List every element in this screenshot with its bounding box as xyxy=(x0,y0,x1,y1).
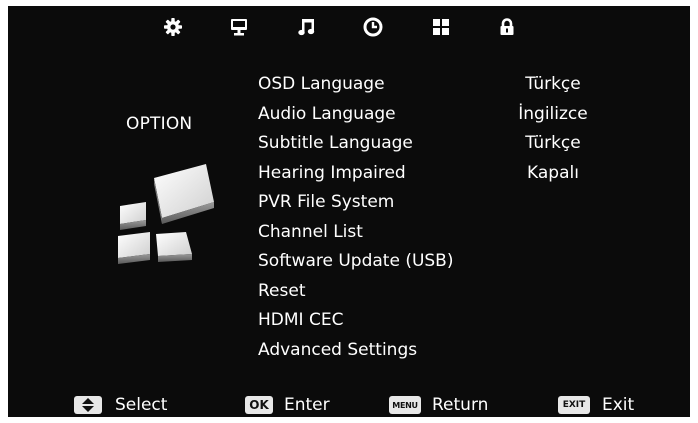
osd-language-value[interactable]: Türkçe xyxy=(503,72,603,96)
option-cubes-graphic xyxy=(106,156,216,266)
menu-item-advanced-settings[interactable]: Advanced Settings xyxy=(258,338,417,362)
setup-grid-icon[interactable] xyxy=(430,16,452,38)
return-label: Return xyxy=(432,395,489,415)
picture-monitor-icon[interactable] xyxy=(228,16,250,38)
time-clock-icon[interactable] xyxy=(362,16,384,38)
menu-item-channel-list[interactable]: Channel List xyxy=(258,220,363,244)
subtitle-language-value[interactable]: Türkçe xyxy=(503,131,603,155)
section-title: OPTION xyxy=(126,114,193,134)
menu-category-bar xyxy=(8,6,690,50)
ok-key-icon: OK xyxy=(245,396,273,414)
hint-enter: OK Enter xyxy=(245,394,330,416)
enter-label: Enter xyxy=(284,395,330,415)
tv-menu-screen: OPTION OSD Language Audio Language Subti… xyxy=(8,6,690,417)
menu-item-pvr-file-system[interactable]: PVR File System xyxy=(258,190,394,214)
select-label: Select xyxy=(115,395,168,415)
menu-item-hdmi-cec[interactable]: HDMI CEC xyxy=(258,308,343,332)
sound-note-icon[interactable] xyxy=(296,16,318,38)
menu-item-reset[interactable]: Reset xyxy=(258,279,306,303)
audio-language-value[interactable]: İngilizce xyxy=(503,102,603,126)
hearing-impaired-value[interactable]: Kapalı xyxy=(503,161,603,185)
lock-icon[interactable] xyxy=(496,16,518,38)
menu-item-software-update[interactable]: Software Update (USB) xyxy=(258,249,453,273)
up-down-arrows-icon xyxy=(74,396,102,414)
menu-item-hearing-impaired[interactable]: Hearing Impaired xyxy=(258,161,406,185)
menu-item-osd-language[interactable]: OSD Language xyxy=(258,72,385,96)
hint-return: MENU Return xyxy=(389,394,488,416)
settings-gear-icon[interactable] xyxy=(162,16,184,38)
key-hint-bar: Select OK Enter MENU Return EXIT Exit xyxy=(8,394,690,416)
menu-key-icon: MENU xyxy=(389,396,421,414)
hint-exit: EXIT Exit xyxy=(558,394,634,416)
exit-key-icon: EXIT xyxy=(558,396,590,414)
menu-item-subtitle-language[interactable]: Subtitle Language xyxy=(258,131,413,155)
menu-item-audio-language[interactable]: Audio Language xyxy=(258,102,396,126)
hint-select: Select xyxy=(74,394,167,416)
exit-label: Exit xyxy=(602,395,635,415)
